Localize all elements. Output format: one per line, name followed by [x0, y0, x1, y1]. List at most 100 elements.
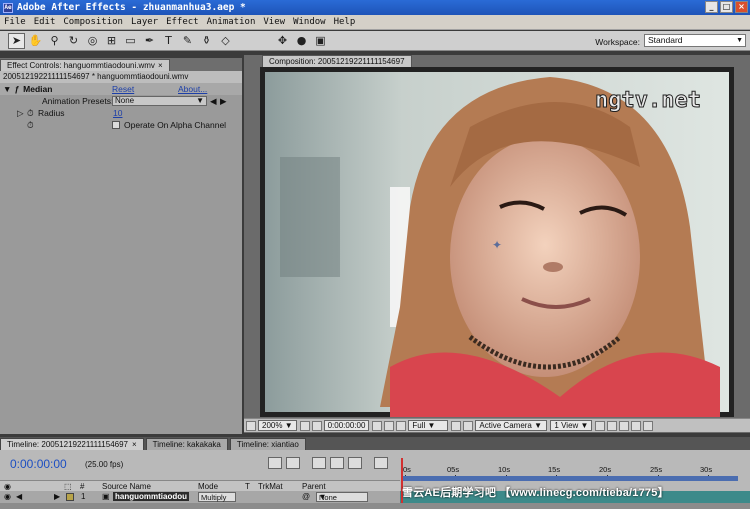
timeline-icon[interactable]	[619, 420, 630, 431]
view-layout-select[interactable]: 1 View ▼	[550, 420, 593, 431]
composition-viewer[interactable]: ngtv.net ✦	[260, 67, 734, 417]
axis-local-icon[interactable]: ✥	[274, 33, 291, 49]
transparency-grid-icon[interactable]	[463, 420, 474, 431]
tab-timeline-main[interactable]: Timeline: 20051219221111154697 ×	[0, 438, 144, 450]
rotation-tool-icon[interactable]: ↻	[65, 33, 82, 49]
tab-effect-controls[interactable]: Effect Controls: hanguommtiaodouni.wmv ×	[0, 59, 170, 71]
ruler-tick-label: 0s	[403, 465, 411, 474]
menu-effect[interactable]: Effect	[162, 17, 203, 27]
close-icon[interactable]: ×	[132, 439, 137, 450]
triangle-down-icon[interactable]: ▼	[3, 84, 11, 94]
prev-preset-icon[interactable]: ◀	[210, 96, 217, 107]
menu-composition[interactable]: Composition	[59, 17, 127, 27]
current-time[interactable]: 0:00:00:00	[323, 420, 370, 431]
bottom-strip	[0, 503, 750, 509]
col-mode: Mode	[198, 482, 219, 491]
menu-view[interactable]: View	[259, 17, 289, 27]
title-bar: Ae Adobe After Effects - zhuanmanhua3.ae…	[0, 0, 750, 15]
fast-previews-icon[interactable]	[607, 420, 618, 431]
col-source-name[interactable]: Source Name	[102, 482, 151, 491]
tab-composition[interactable]: Composition: 20051219221111154697	[262, 55, 412, 67]
snapshot-icon[interactable]	[372, 420, 383, 431]
minimize-button[interactable]: _	[705, 1, 718, 13]
resolution-select[interactable]: Full ▼	[408, 420, 449, 431]
reset-link[interactable]: Reset	[112, 84, 134, 94]
menu-window[interactable]: Window	[289, 17, 330, 27]
stopwatch-icon[interactable]: ⏱	[27, 108, 34, 119]
alpha-checkbox[interactable]	[112, 121, 120, 129]
orbit-camera-tool-icon[interactable]: ◎	[84, 33, 101, 49]
zoom-select[interactable]: 200% ▼	[258, 420, 297, 431]
live-update-icon[interactable]	[268, 457, 282, 469]
hide-shy-icon[interactable]	[312, 457, 326, 469]
layer-parent-select[interactable]: None ▼	[316, 492, 368, 502]
exposure-icon[interactable]	[643, 420, 654, 431]
tab-timeline-xiantiao[interactable]: Timeline: xiantiao	[229, 438, 306, 450]
workspace-select[interactable]: Standard ▼	[644, 34, 746, 47]
always-preview-icon[interactable]	[246, 420, 256, 431]
pixel-aspect-icon[interactable]	[595, 420, 606, 431]
close-icon[interactable]: ×	[158, 60, 163, 71]
show-snapshot-icon[interactable]	[384, 420, 395, 431]
close-button[interactable]: ×	[735, 1, 748, 13]
next-preset-icon[interactable]: ▶	[220, 96, 227, 107]
menu-file[interactable]: File	[0, 17, 30, 27]
zoom-tool-icon[interactable]: ⚲	[46, 33, 63, 49]
mask-tool-icon[interactable]: ▭	[122, 33, 139, 49]
anchor-point-icon[interactable]: ✦	[492, 238, 502, 252]
label-color-swatch[interactable]	[66, 493, 74, 501]
work-area-bar[interactable]	[402, 476, 738, 481]
visibility-eye-icon[interactable]: ◉	[4, 492, 11, 501]
effect-median-row[interactable]: ▼ ƒ Median Reset About...	[0, 83, 242, 95]
layer-parent-value: None	[319, 493, 337, 502]
stopwatch-icon[interactable]: ⏱	[27, 120, 34, 131]
mask-view-icon[interactable]	[311, 420, 322, 431]
audio-icon[interactable]: ◀	[16, 492, 22, 501]
comp-flowchart-icon[interactable]	[631, 420, 642, 431]
camera-value: Active Camera	[479, 421, 532, 430]
axis-view-icon[interactable]: ▣	[312, 33, 329, 49]
animation-presets-row: Animation Presets: None ▼ ◀ ▶	[0, 95, 242, 107]
triangle-right-icon[interactable]: ▶	[54, 492, 60, 501]
resolution-value: Full	[412, 421, 426, 430]
effect-name: Median	[23, 84, 53, 94]
safe-zones-icon[interactable]	[299, 420, 310, 431]
pen-tool-icon[interactable]: ✒	[141, 33, 158, 49]
timeline-timecode[interactable]: 0:00:00:00	[10, 457, 67, 471]
triangle-right-icon[interactable]: ▷	[17, 108, 24, 119]
tab-timeline-kakakaka[interactable]: Timeline: kakakaka	[145, 438, 228, 450]
region-of-interest-icon[interactable]	[451, 420, 462, 431]
presets-value: None	[115, 96, 135, 105]
hand-tool-icon[interactable]: ✋	[27, 33, 44, 49]
about-link[interactable]: About...	[178, 84, 207, 94]
table-row[interactable]: ◉ ◀ ▶ 1 ▣ hanguommtiaodou Multiply None …	[0, 491, 400, 503]
axis-world-icon[interactable]: ●	[293, 33, 310, 49]
draft-3d-icon[interactable]	[286, 457, 300, 469]
pickwhip-icon[interactable]: @	[302, 492, 310, 501]
selection-tool-icon[interactable]: ➤	[8, 32, 25, 49]
radius-label: Radius	[38, 108, 65, 118]
eraser-tool-icon[interactable]: ◇	[217, 33, 234, 49]
alpha-label: Operate On Alpha Channel	[124, 120, 227, 130]
channel-icon[interactable]	[396, 420, 407, 431]
type-tool-icon[interactable]: T	[160, 33, 177, 49]
motion-blur-icon[interactable]	[348, 457, 362, 469]
radius-row: ▷ ⏱ Radius 10	[0, 107, 242, 119]
layer-name[interactable]: hanguommtiaodou	[113, 492, 189, 501]
menu-animation[interactable]: Animation	[203, 17, 260, 27]
fx-icon[interactable]: ƒ	[14, 84, 19, 94]
camera-select[interactable]: Active Camera ▼	[475, 420, 548, 431]
maximize-button[interactable]: □	[720, 1, 733, 13]
frame-blending-icon[interactable]	[330, 457, 344, 469]
menu-help[interactable]: Help	[330, 17, 360, 27]
layer-mode-select[interactable]: Multiply	[198, 492, 236, 502]
radius-value[interactable]: 10	[113, 108, 122, 118]
menu-layer[interactable]: Layer	[127, 17, 162, 27]
clone-stamp-tool-icon[interactable]: ⚱	[198, 33, 215, 49]
presets-select[interactable]: None ▼	[112, 96, 207, 106]
viewer-image: ngtv.net ✦	[260, 67, 734, 417]
menu-edit[interactable]: Edit	[30, 17, 60, 27]
pan-behind-tool-icon[interactable]: ⊞	[103, 33, 120, 49]
graph-editor-icon[interactable]	[374, 457, 388, 469]
brush-tool-icon[interactable]: ✎	[179, 33, 196, 49]
